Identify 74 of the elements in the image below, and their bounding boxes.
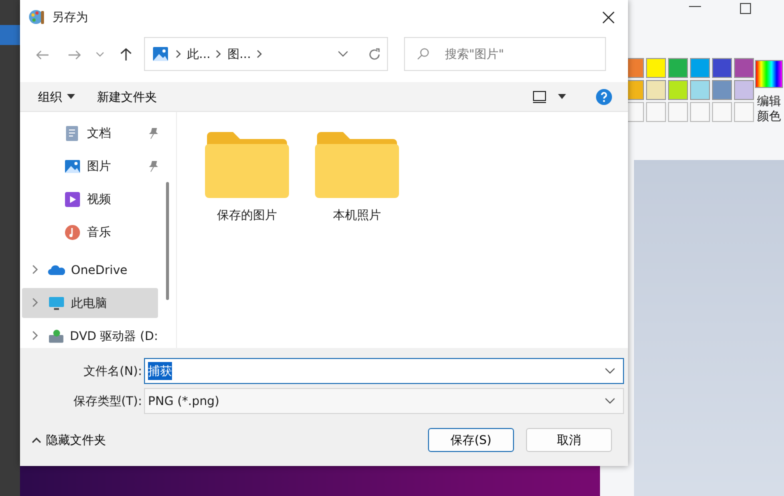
edit-colors-label[interactable]: 编辑颜色	[757, 94, 782, 124]
minimize-icon[interactable]	[689, 6, 701, 8]
empty-color-swatch[interactable]	[690, 102, 710, 122]
folder-icon	[315, 130, 399, 198]
arrow-up-icon	[120, 48, 132, 62]
window-title: 另存为	[52, 9, 88, 26]
caret-icon[interactable]	[558, 94, 566, 99]
breadcrumb-item[interactable]: 此...	[187, 45, 210, 63]
search-icon	[417, 48, 429, 60]
color-swatch[interactable]	[712, 80, 732, 100]
hide-folders-button[interactable]: 隐藏文件夹	[30, 429, 108, 451]
chevron-down-icon[interactable]	[605, 368, 615, 374]
color-swatch[interactable]	[646, 80, 666, 100]
color-swatch[interactable]	[646, 58, 666, 78]
color-swatch[interactable]	[668, 80, 688, 100]
chevron-right-icon[interactable]	[32, 331, 38, 340]
sidebar-item[interactable]: 图片	[22, 151, 158, 181]
arrow-right-icon	[68, 50, 80, 60]
drive-icon	[48, 328, 64, 344]
close-icon	[602, 10, 614, 24]
search-field[interactable]: 搜索"图片"	[404, 37, 606, 71]
color-swatch[interactable]	[690, 58, 710, 78]
chevron-right-icon[interactable]	[32, 265, 38, 274]
chevron-right-icon[interactable]	[32, 298, 38, 308]
sidebar-item[interactable]: 文档	[22, 118, 158, 148]
sidebar-item[interactable]: DVD 驱动器 (D:	[22, 321, 158, 351]
picture-icon	[64, 158, 81, 174]
monitor-icon	[48, 294, 65, 312]
chevron-down-icon[interactable]	[338, 51, 348, 57]
chevron-up-icon	[32, 437, 41, 443]
save-button[interactable]: 保存(S)	[428, 428, 514, 452]
chevron-right-icon[interactable]	[176, 50, 181, 58]
address-bar[interactable]: 此... 图...	[144, 37, 388, 71]
view-icon[interactable]	[533, 90, 546, 102]
cancel-button[interactable]: 取消	[526, 428, 612, 452]
picture-icon	[153, 47, 168, 61]
file-type-label: 保存类型(T):	[72, 393, 143, 410]
file-name-label: 文件名(N):	[82, 363, 143, 380]
sidebar-item[interactable]: 音乐	[22, 217, 158, 247]
folder-item[interactable]: 保存的图片	[203, 130, 291, 224]
caret-icon	[67, 94, 75, 99]
color-spectrum-swatch[interactable]	[755, 60, 783, 88]
folder-item[interactable]: 本机照片	[313, 130, 401, 224]
refresh-icon[interactable]	[368, 48, 381, 60]
empty-color-swatch[interactable]	[646, 102, 666, 122]
scrollbar-thumb[interactable]	[166, 182, 169, 300]
maximize-icon[interactable]	[740, 3, 751, 14]
sidebar-item[interactable]: OneDrive	[22, 255, 158, 285]
music-icon	[64, 224, 81, 240]
video-icon	[64, 190, 81, 208]
file-type-dropdown[interactable]: PNG (*.png)	[144, 388, 624, 414]
color-swatch[interactable]	[734, 58, 754, 78]
chevron-right-icon[interactable]	[256, 50, 262, 58]
sidebar-item[interactable]: 此电脑	[22, 288, 158, 318]
color-swatch[interactable]	[690, 80, 710, 100]
new-folder-button[interactable]: 新建文件夹	[95, 86, 159, 108]
file-name-field[interactable]: 捕获	[144, 358, 624, 384]
help-icon[interactable]	[596, 88, 612, 104]
empty-color-swatch[interactable]	[734, 102, 754, 122]
color-swatch[interactable]	[668, 58, 688, 78]
folder-icon	[205, 130, 289, 198]
empty-color-swatch[interactable]	[712, 102, 732, 122]
chevron-down-icon	[96, 52, 104, 58]
document-icon	[64, 124, 81, 142]
palette-icon	[28, 8, 46, 26]
organize-menu[interactable]: 组织	[36, 86, 77, 108]
empty-color-swatch[interactable]	[668, 102, 688, 122]
color-swatch[interactable]	[712, 58, 732, 78]
arrow-left-icon	[36, 50, 48, 60]
chevron-down-icon	[605, 398, 615, 404]
breadcrumb-item[interactable]: 图...	[227, 45, 251, 63]
sidebar-item[interactable]: 视频	[22, 184, 158, 214]
color-swatch[interactable]	[734, 80, 754, 100]
chevron-right-icon[interactable]	[216, 50, 222, 58]
